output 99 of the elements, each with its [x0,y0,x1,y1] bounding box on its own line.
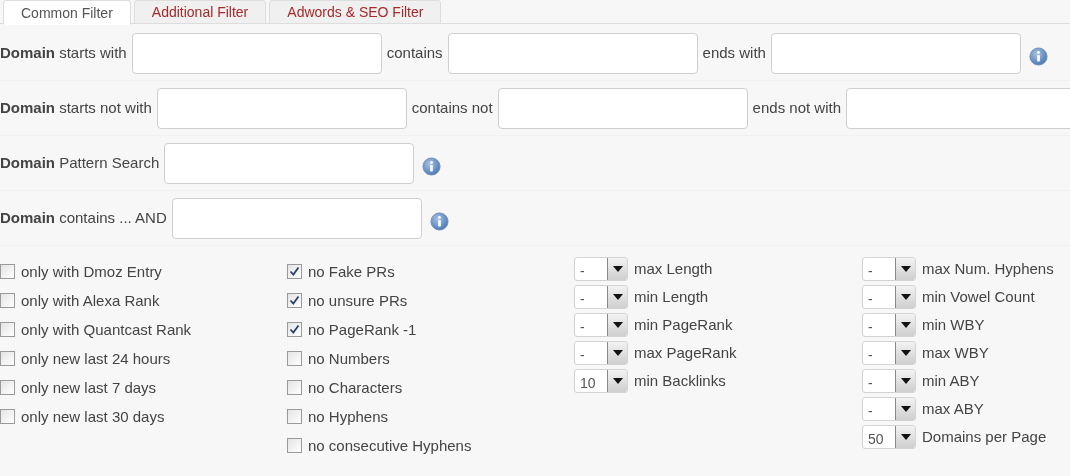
field-label: contains [386,42,443,63]
checkbox-label: no Numbers [308,349,390,370]
dropdown[interactable]: 10 [574,369,628,393]
text-field[interactable] [770,32,1021,74]
checkbox[interactable] [287,293,302,308]
dropdown-value: - [579,290,586,308]
dropdown[interactable]: - [862,313,916,337]
checkbox[interactable] [287,438,302,453]
checkbox[interactable] [287,351,302,366]
dropdown-value: - [867,346,874,364]
dropdown-value: - [579,318,586,336]
caret-icon [900,406,911,412]
dropdown-value: - [579,346,586,364]
dropdown[interactable]: - [862,285,916,309]
dropdown-label: max Num. Hyphens [922,258,1054,279]
checkbox-label: only new last 24 hours [21,349,171,370]
checkbox[interactable] [287,380,302,395]
dropdown-label: min PageRank [634,314,733,335]
dropdown-label: max ABY [922,398,984,419]
dropdown[interactable]: - [862,257,916,281]
text-field[interactable] [156,87,407,129]
field-label: Domain Pattern Search [0,152,160,173]
checkbox-label: no Characters [308,378,403,399]
tab[interactable]: Additional Filter [133,0,267,24]
caret-icon [612,266,623,272]
checkbox-label: only new last 7 days [21,378,157,399]
text-field[interactable] [497,87,748,129]
caret-icon [900,378,911,384]
field-label: ends with [702,42,766,63]
dropdown-value: - [579,262,586,280]
field-label: contains not [411,97,493,118]
checkbox-label: no Fake PRs [308,262,395,283]
checkbox-label: only with Quantcast Rank [21,320,192,341]
dropdown-label: min Length [634,286,709,307]
checkbox-label: only with Dmoz Entry [21,262,162,283]
check-icon [289,295,300,306]
dropdown-label: min ABY [922,370,980,391]
tab[interactable]: Common Filter [3,0,131,25]
caret-icon [612,378,623,384]
checkbox[interactable] [287,322,302,337]
dropdown[interactable]: - [574,341,628,365]
caret-icon [900,266,911,272]
checkbox[interactable] [0,322,15,337]
field-label: Domain starts with [0,42,127,63]
dropdown-value: - [867,290,874,308]
dropdown-value: 50 [867,430,885,448]
dropdown-value: - [867,262,874,280]
checkbox-label: no Hyphens [308,407,389,428]
checkbox-label: only with Alexa Rank [21,291,160,312]
dropdown[interactable]: - [862,341,916,365]
caret-icon [612,294,623,300]
caret-icon [612,322,623,328]
checkbox[interactable] [0,380,15,395]
caret-icon [900,434,911,440]
caret-icon [900,350,911,356]
dropdown-label: min WBY [922,314,985,335]
checkbox[interactable] [0,351,15,366]
info-icon[interactable] [429,211,449,231]
dropdown-label: max Length [634,258,713,279]
checkbox[interactable] [0,264,15,279]
dropdown-label: min Backlinks [634,370,726,391]
checkbox[interactable] [287,409,302,424]
caret-icon [900,294,911,300]
checkbox-label: only new last 30 days [21,407,165,428]
checkbox-label: no unsure PRs [308,291,408,312]
field-label: Domain contains ... AND [0,207,167,228]
text-field[interactable] [164,142,415,184]
check-icon [289,266,300,277]
field-label: Domain starts not with [0,97,152,118]
caret-icon [612,350,623,356]
dropdown-value: - [867,318,874,336]
dropdown[interactable]: - [574,285,628,309]
dropdown[interactable]: - [574,313,628,337]
text-field[interactable] [131,32,382,74]
dropdown[interactable]: - [862,369,916,393]
dropdown-value: - [867,374,874,392]
checkbox-label: no PageRank -1 [308,320,417,341]
text-field[interactable] [447,32,698,74]
dropdown[interactable]: - [862,397,916,421]
caret-icon [900,322,911,328]
field-label: ends not with [752,97,841,118]
dropdown[interactable]: - [574,257,628,281]
text-field[interactable] [846,87,1070,129]
checkbox[interactable] [287,264,302,279]
dropdown-label: max WBY [922,342,989,363]
text-field[interactable] [171,197,422,239]
checkbox[interactable] [0,293,15,308]
dropdown-value: - [867,402,874,420]
dropdown-label: min Vowel Count [922,286,1035,307]
tab[interactable]: Adwords & SEO Filter [269,0,442,24]
dropdown-label: Domains per Page [922,426,1047,447]
checkbox-label: no consecutive Hyphens [308,436,472,457]
dropdown[interactable]: 50 [862,425,916,449]
checkbox[interactable] [0,409,15,424]
info-icon[interactable] [1028,46,1048,66]
check-icon [289,324,300,335]
dropdown-value: 10 [579,374,597,392]
dropdown-label: max PageRank [634,342,737,363]
info-icon[interactable] [422,156,442,176]
